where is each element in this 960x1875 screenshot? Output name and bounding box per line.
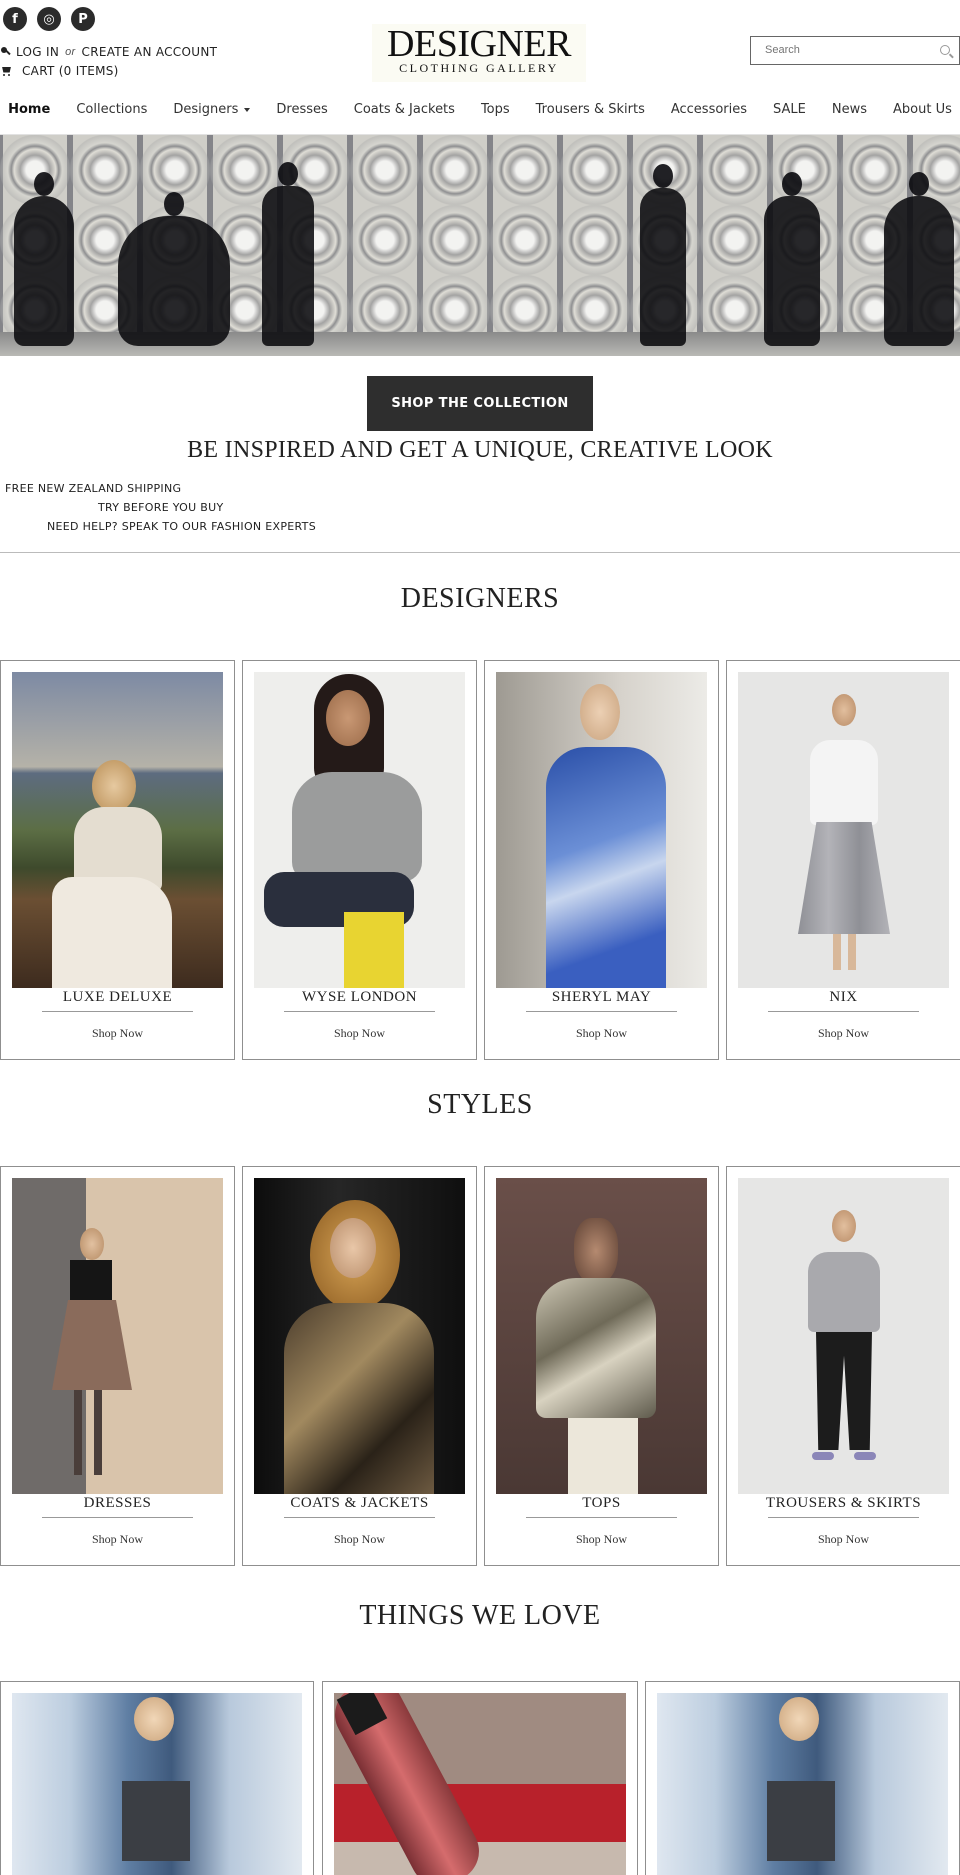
style-card-dresses[interactable]: DRESSES Shop Now — [0, 1166, 235, 1566]
things-we-love-title: THINGS WE LOVE — [359, 1600, 601, 1631]
nav-coats-jackets[interactable]: Coats & Jackets — [341, 102, 468, 117]
card-divider — [526, 1517, 677, 1518]
nav-about-us[interactable]: About Us — [880, 102, 960, 117]
nav-accessories[interactable]: Accessories — [658, 102, 760, 117]
card-divider — [284, 1517, 435, 1518]
card-divider — [284, 1011, 435, 1012]
nav-collections[interactable]: Collections — [63, 102, 160, 117]
nav-designers[interactable]: Designers — [160, 102, 263, 117]
perk-try-before-buy: TRY BEFORE YOU BUY — [98, 501, 224, 514]
card-image — [738, 672, 949, 988]
silhouette-figure — [764, 172, 820, 346]
designer-card-luxe-deluxe[interactable]: LUXE DELUXE Shop Now — [0, 660, 235, 1060]
card-image — [496, 1178, 707, 1494]
card-title: TOPS — [582, 1495, 621, 1511]
silhouette-figure — [14, 172, 74, 346]
nav-sale[interactable]: SALE — [760, 102, 819, 117]
create-account-link[interactable]: CREATE AN ACCOUNT — [82, 45, 218, 59]
card-divider — [42, 1011, 193, 1012]
card-image — [12, 1178, 223, 1494]
section-divider — [0, 552, 960, 553]
silhouette-figure — [262, 162, 314, 346]
logo-sub-text: CLOTHING GALLERY — [399, 61, 559, 75]
shop-collection-button[interactable]: SHOP THE COLLECTION — [367, 376, 593, 431]
love-card[interactable] — [322, 1681, 638, 1875]
nav-home[interactable]: Home — [0, 102, 63, 117]
search-input[interactable] — [751, 37, 931, 63]
shop-now-link[interactable]: Shop Now — [243, 1532, 476, 1547]
style-card-coats-jackets[interactable]: COATS & JACKETS Shop Now — [242, 1166, 477, 1566]
shop-now-link[interactable]: Shop Now — [727, 1532, 960, 1547]
card-divider — [768, 1011, 919, 1012]
cart-icon — [1, 66, 13, 76]
instagram-icon[interactable]: ◎ — [37, 7, 61, 31]
main-nav: Home Collections Designers Dresses Coats… — [0, 102, 960, 117]
nav-tops[interactable]: Tops — [468, 102, 523, 117]
perk-shipping: FREE NEW ZEALAND SHIPPING — [5, 482, 182, 495]
shop-now-link[interactable]: Shop Now — [485, 1532, 718, 1547]
card-title: LUXE DELUXE — [62, 989, 173, 1005]
card-divider — [526, 1011, 677, 1012]
nav-dresses[interactable]: Dresses — [263, 102, 340, 117]
site-logo[interactable]: DESIGNER CLOTHING GALLERY — [372, 24, 586, 82]
perk-experts: NEED HELP? SPEAK TO OUR FASHION EXPERTS — [47, 520, 316, 533]
nav-designers-label: Designers — [173, 102, 239, 117]
card-image — [657, 1693, 948, 1875]
designer-card-sheryl-may[interactable]: SHERYL MAY Shop Now — [484, 660, 719, 1060]
card-image — [12, 1693, 302, 1875]
card-title: COATS & JACKETS — [290, 1495, 429, 1511]
shop-now-link[interactable]: Shop Now — [243, 1026, 476, 1041]
card-title: WYSE LONDON — [301, 989, 418, 1005]
logo-main-text: DESIGNER — [387, 23, 571, 65]
shop-now-link[interactable]: Shop Now — [1, 1532, 234, 1547]
card-divider — [768, 1517, 919, 1518]
facebook-icon[interactable]: f — [3, 7, 27, 31]
or-text: or — [65, 45, 76, 58]
designer-card-nix[interactable]: NIX Shop Now — [726, 660, 960, 1060]
nav-trousers-skirts[interactable]: Trousers & Skirts — [523, 102, 658, 117]
card-image — [254, 1178, 465, 1494]
card-divider — [42, 1517, 193, 1518]
silhouette-figure — [884, 172, 954, 346]
card-image — [334, 1693, 626, 1875]
designer-card-wyse-london[interactable]: WYSE LONDON Shop Now — [242, 660, 477, 1060]
card-image — [12, 672, 223, 988]
tagline: BE INSPIRED AND GET A UNIQUE, CREATIVE L… — [187, 437, 773, 463]
card-title: TROUSERS & SKIRTS — [765, 1495, 922, 1511]
designers-title: DESIGNERS — [400, 583, 560, 614]
login-link[interactable]: LOG IN — [16, 45, 59, 59]
hero-banner[interactable] — [0, 135, 960, 356]
silhouette-figure — [118, 192, 230, 346]
search-icon[interactable] — [940, 45, 950, 55]
shop-now-link[interactable]: Shop Now — [1, 1026, 234, 1041]
search-box — [750, 36, 960, 65]
cart-link[interactable]: CART (0 ITEMS) — [22, 64, 119, 78]
shop-now-link[interactable]: Shop Now — [727, 1026, 960, 1041]
shop-now-link[interactable]: Shop Now — [485, 1026, 718, 1041]
nav-news[interactable]: News — [819, 102, 880, 117]
styles-title: STYLES — [427, 1089, 533, 1120]
account-links: LOG IN or CREATE AN ACCOUNT CART (0 ITEM… — [0, 42, 217, 80]
style-card-tops[interactable]: TOPS Shop Now — [484, 1166, 719, 1566]
card-title: NIX — [829, 989, 858, 1005]
card-image — [496, 672, 707, 988]
love-card[interactable] — [0, 1681, 314, 1875]
social-links: f ◎ P — [3, 7, 95, 31]
silhouette-figure — [640, 164, 686, 346]
pinterest-icon[interactable]: P — [71, 7, 95, 31]
card-image — [254, 672, 465, 988]
love-card[interactable] — [645, 1681, 960, 1875]
user-icon — [0, 46, 11, 57]
caret-down-icon — [244, 107, 251, 112]
style-card-trousers-skirts[interactable]: TROUSERS & SKIRTS Shop Now — [726, 1166, 960, 1566]
card-title: DRESSES — [83, 1495, 152, 1511]
card-title: SHERYL MAY — [551, 989, 652, 1005]
card-image — [738, 1178, 949, 1494]
